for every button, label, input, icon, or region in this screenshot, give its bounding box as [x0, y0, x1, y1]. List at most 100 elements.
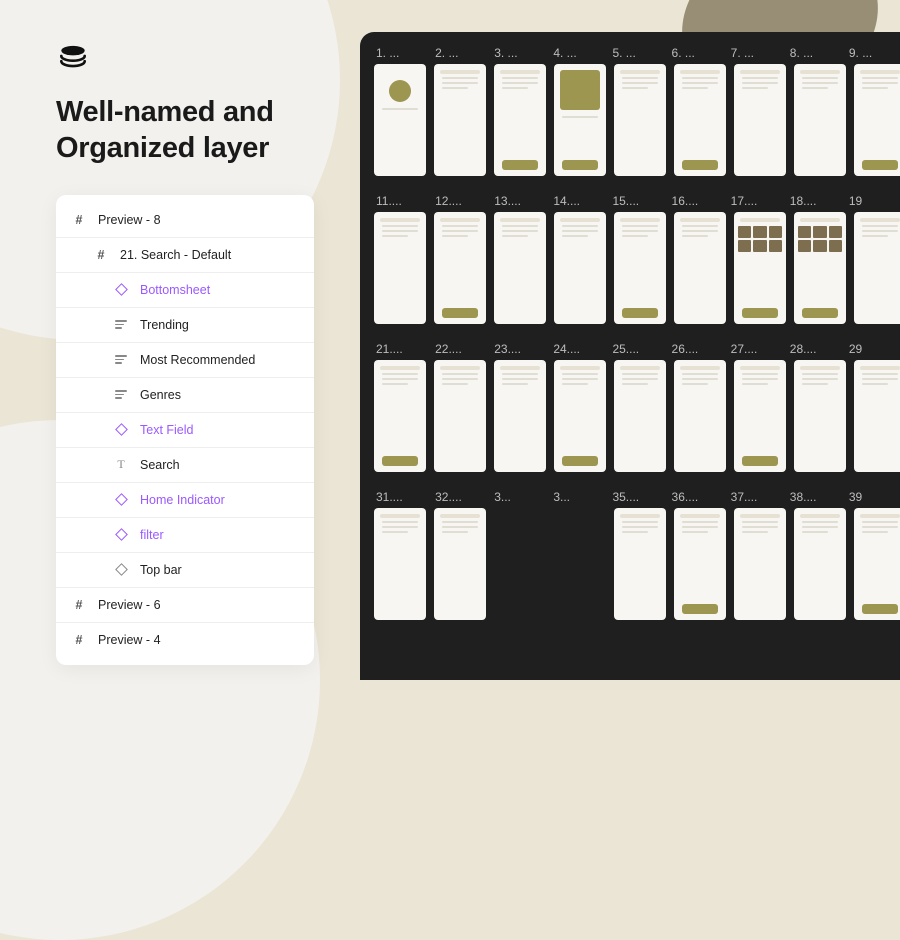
screen-thumbnail[interactable]	[614, 360, 666, 472]
stack-icon	[56, 40, 90, 74]
layer-label: Preview - 6	[98, 598, 161, 612]
screen-thumbnail[interactable]	[494, 508, 546, 620]
screen-thumbnail[interactable]	[374, 212, 426, 324]
screen-thumbnail[interactable]	[494, 360, 546, 472]
text-block-icon	[114, 318, 128, 332]
thumbnail-label: 39	[849, 490, 900, 504]
thumbnail-label: 27....	[731, 342, 782, 356]
thumbnail-label: 3. ...	[494, 46, 545, 60]
thumbnail-label: 13....	[494, 194, 545, 208]
layer-frame-preview-4[interactable]: Preview - 4	[56, 625, 314, 655]
screen-thumbnail[interactable]	[614, 508, 666, 620]
component-icon	[114, 563, 128, 577]
text-block-icon	[114, 388, 128, 402]
screen-thumbnail[interactable]	[734, 212, 786, 324]
thumbnail-label: 24....	[553, 342, 604, 356]
thumbnail-label: 9. ...	[849, 46, 900, 60]
layer-frame-preview-6[interactable]: Preview - 6	[56, 590, 314, 620]
layer-frame-preview-8[interactable]: Preview - 8	[56, 205, 314, 235]
layer-label: Trending	[140, 318, 189, 332]
layer-item[interactable]: T Search	[56, 450, 314, 480]
thumbnail-row-labels: 1. ...2. ...3. ...4. ...5. ...6. ...7. .…	[374, 46, 900, 60]
screen-thumbnail[interactable]	[494, 212, 546, 324]
thumbnail-label: 12....	[435, 194, 486, 208]
screen-thumbnail[interactable]	[794, 212, 846, 324]
layer-label: Text Field	[140, 423, 194, 437]
screen-thumbnail[interactable]	[734, 360, 786, 472]
frame-icon	[72, 633, 86, 647]
screen-thumbnail[interactable]	[434, 360, 486, 472]
thumbnail-label: 36....	[672, 490, 723, 504]
frame-icon	[72, 213, 86, 227]
screen-thumbnail[interactable]	[614, 212, 666, 324]
screen-thumbnail[interactable]	[854, 212, 900, 324]
screen-thumbnail[interactable]	[734, 508, 786, 620]
thumbnail-row-labels: 21....22....23....24....25....26....27..…	[374, 342, 900, 356]
screen-thumbnail[interactable]	[734, 64, 786, 176]
text-block-icon	[114, 353, 128, 367]
thumbnail-label: 8. ...	[790, 46, 841, 60]
thumbnail-label: 17....	[731, 194, 782, 208]
screen-thumbnail[interactable]	[674, 360, 726, 472]
component-icon	[114, 283, 128, 297]
component-icon	[114, 493, 128, 507]
layer-item[interactable]: Home Indicator	[56, 485, 314, 515]
screen-thumbnail[interactable]	[554, 360, 606, 472]
layer-item[interactable]: filter	[56, 520, 314, 550]
thumbnail-label: 25....	[612, 342, 663, 356]
thumbnail-row	[374, 212, 900, 324]
layer-label: Genres	[140, 388, 181, 402]
thumbnail-label: 29	[849, 342, 900, 356]
thumbnail-row	[374, 360, 900, 472]
screen-thumbnail[interactable]	[554, 508, 606, 620]
screen-thumbnail[interactable]	[554, 64, 606, 176]
thumbnail-label: 2. ...	[435, 46, 486, 60]
layer-item[interactable]: Top bar	[56, 555, 314, 585]
screen-thumbnail[interactable]	[554, 212, 606, 324]
screen-thumbnail[interactable]	[854, 508, 900, 620]
screen-thumbnail[interactable]	[854, 64, 900, 176]
thumbnail-label: 22....	[435, 342, 486, 356]
screen-thumbnail[interactable]	[494, 64, 546, 176]
screen-thumbnail[interactable]	[794, 508, 846, 620]
layer-item[interactable]: Text Field	[56, 415, 314, 445]
thumbnail-label: 15....	[612, 194, 663, 208]
layer-item[interactable]: Most Recommended	[56, 345, 314, 375]
screen-thumbnail[interactable]	[434, 64, 486, 176]
layer-label: Most Recommended	[140, 353, 255, 367]
screen-thumbnail[interactable]	[374, 508, 426, 620]
screen-thumbnail[interactable]	[794, 360, 846, 472]
layer-item[interactable]: Trending	[56, 310, 314, 340]
layer-panel: Preview - 8 21. Search - Default Bottoms…	[56, 195, 314, 665]
screen-thumbnail[interactable]	[854, 360, 900, 472]
thumbnail-label: 32....	[435, 490, 486, 504]
thumbnail-label: 19	[849, 194, 900, 208]
screen-thumbnail[interactable]	[674, 64, 726, 176]
layer-label: Search	[140, 458, 180, 472]
thumbnail-row	[374, 64, 900, 176]
screen-thumbnail[interactable]	[374, 360, 426, 472]
thumbnail-label: 38....	[790, 490, 841, 504]
screen-thumbnail[interactable]	[374, 64, 426, 176]
layer-label: filter	[140, 528, 164, 542]
thumbnail-label: 31....	[376, 490, 427, 504]
screen-thumbnail[interactable]	[434, 212, 486, 324]
layer-label: Preview - 4	[98, 633, 161, 647]
layer-frame-search-default[interactable]: 21. Search - Default	[56, 240, 314, 270]
screen-thumbnail[interactable]	[794, 64, 846, 176]
layer-item[interactable]: Bottomsheet	[56, 275, 314, 305]
screen-thumbnail[interactable]	[674, 212, 726, 324]
screen-thumbnail[interactable]	[614, 64, 666, 176]
layer-label: Home Indicator	[140, 493, 225, 507]
layer-label: Top bar	[140, 563, 182, 577]
screen-thumbnail[interactable]	[434, 508, 486, 620]
thumbnail-label: 4. ...	[553, 46, 604, 60]
thumbnail-row-labels: 31....32....3...3...35....36....37....38…	[374, 490, 900, 504]
thumbnail-label: 7. ...	[731, 46, 782, 60]
text-icon: T	[114, 458, 128, 472]
layer-label: Bottomsheet	[140, 283, 210, 297]
thumbnail-label: 3...	[494, 490, 545, 504]
layer-item[interactable]: Genres	[56, 380, 314, 410]
component-icon	[114, 528, 128, 542]
screen-thumbnail[interactable]	[674, 508, 726, 620]
